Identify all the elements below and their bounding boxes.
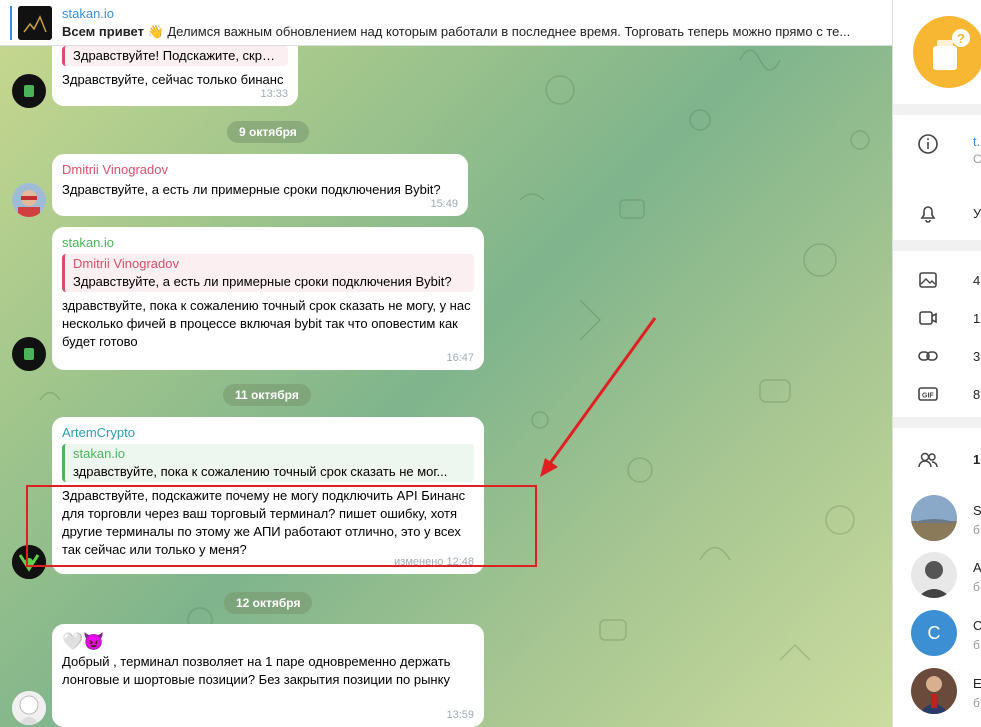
panel-separator xyxy=(893,104,981,115)
pinned-title: stakan.io xyxy=(62,6,115,21)
bell-icon[interactable] xyxy=(917,202,939,224)
info-icon xyxy=(918,134,938,154)
svg-text:GIF: GIF xyxy=(922,393,934,400)
arrow-annotation xyxy=(540,317,657,477)
member-avatar[interactable] xyxy=(911,552,957,598)
notifications-label[interactable]: У xyxy=(973,206,981,221)
pinned-text: Всем привет 👋 Делимся важным обновлением… xyxy=(62,24,882,40)
gif-icon[interactable]: GIF xyxy=(917,383,939,405)
member-status: б xyxy=(973,638,980,652)
member-status: б xyxy=(973,696,980,710)
member-avatar[interactable]: C xyxy=(911,610,957,656)
pinned-lead: Всем привет xyxy=(62,24,144,39)
member-status: б xyxy=(973,523,980,537)
chat-pane[interactable]: stakan.io Всем привет 👋 Делимся важным о… xyxy=(0,0,892,727)
member-name[interactable]: Er xyxy=(973,676,981,691)
member-avatar[interactable] xyxy=(911,495,957,541)
info-link[interactable]: t. xyxy=(973,134,980,149)
links-count[interactable]: 3: xyxy=(973,349,981,364)
panel-separator xyxy=(893,417,981,428)
member-avatar[interactable] xyxy=(911,668,957,714)
members-icon xyxy=(918,452,938,468)
photo-icon[interactable] xyxy=(917,269,939,291)
pinned-message-bar[interactable]: stakan.io Всем привет 👋 Делимся важным о… xyxy=(0,0,892,46)
pinned-body: 👋 Делимся важным обновлением над которым… xyxy=(143,24,851,39)
chat-info-panel: ? t. С У 4: 1 3: GIF 8 1( Se б A б C xyxy=(892,0,981,727)
pinned-thumbnail xyxy=(18,6,52,40)
member-name[interactable]: Se xyxy=(973,503,981,518)
panel-separator xyxy=(893,240,981,251)
member-name[interactable]: A xyxy=(973,560,981,575)
member-status: б xyxy=(973,580,980,594)
link-icon[interactable] xyxy=(917,345,939,367)
group-avatar[interactable]: ? xyxy=(913,16,981,88)
members-count: 1( xyxy=(973,452,981,467)
pinned-accent-bar xyxy=(10,6,12,40)
member-name[interactable]: C xyxy=(973,618,981,633)
info-sub: С xyxy=(973,152,981,166)
videos-count[interactable]: 1 xyxy=(973,311,980,326)
gifs-count[interactable]: 8 xyxy=(973,387,980,402)
video-icon[interactable] xyxy=(917,307,939,329)
cup-icon: ? xyxy=(933,29,970,70)
photos-count[interactable]: 4: xyxy=(973,273,981,288)
svg-text:?: ? xyxy=(957,31,965,46)
